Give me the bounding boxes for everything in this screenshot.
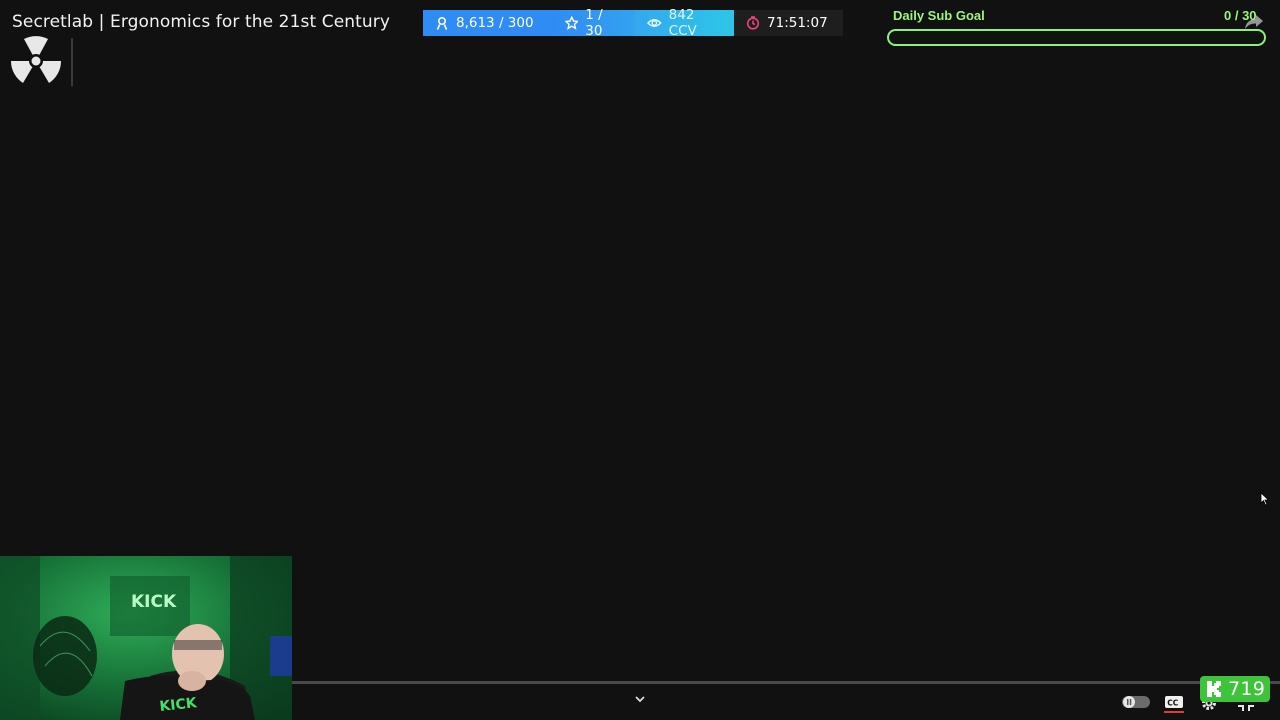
stream-stats-bar: 8,613 / 300 1 / 30 842 CCV 71:51:07 — [423, 7, 843, 39]
player-progress-track[interactable] — [292, 681, 1280, 684]
followers-stat: 8,613 / 300 — [423, 10, 555, 36]
ccv-value: 842 CCV — [668, 7, 697, 39]
chevron-down-icon[interactable] — [632, 692, 648, 706]
cc-active-indicator — [1164, 711, 1184, 713]
kick-viewer-badge: 719 — [1200, 676, 1270, 702]
user-icon — [436, 16, 448, 30]
webcam-feed: KICK KICK — [0, 556, 292, 720]
timer-stat: 71:51:07 — [734, 10, 843, 36]
pause-toggle-icon[interactable] — [1122, 695, 1150, 709]
logo-divider — [71, 38, 73, 86]
eye-icon — [646, 19, 662, 27]
kick-k-icon — [1207, 681, 1221, 697]
ccv-stat: 842 CCV — [634, 7, 735, 39]
sub-goal-progress-bar — [887, 29, 1266, 46]
cc-icon[interactable]: CC — [1164, 694, 1184, 710]
clock-icon — [746, 16, 760, 30]
stream-title: Secretlab | Ergonomics for the 21st Cent… — [12, 12, 391, 32]
mouse-cursor-icon — [1260, 492, 1270, 506]
webcam-kick-banner: KICK — [131, 592, 177, 612]
share-icon[interactable] — [1243, 13, 1265, 31]
star-icon — [564, 16, 579, 30]
sub-goal-label: Daily Sub Goal — [893, 8, 985, 23]
timer-value: 71:51:07 — [767, 15, 828, 31]
followers-value: 8,613 / 300 — [456, 15, 534, 31]
svg-text:CC: CC — [1167, 699, 1179, 708]
kick-viewer-count: 719 — [1228, 678, 1266, 700]
subs-value: 1 / 30 — [585, 7, 603, 39]
radiation-logo-icon — [10, 36, 62, 83]
subs-stat: 1 / 30 — [554, 7, 635, 39]
